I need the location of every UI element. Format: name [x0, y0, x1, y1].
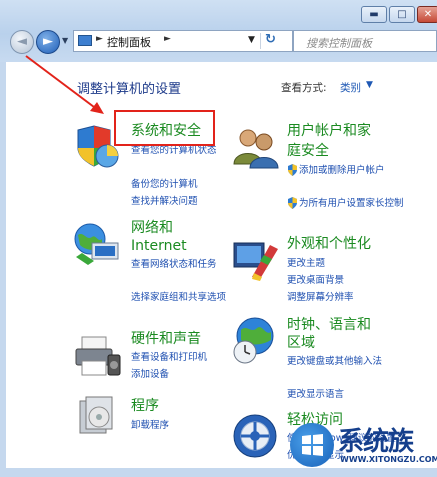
- watermark-logo: [290, 423, 334, 467]
- watermark-url: WWW.XITONGZU.COM: [340, 455, 437, 464]
- watermark-text: 系统族: [338, 427, 414, 457]
- annotation-highlight-box: [114, 110, 215, 146]
- annotation-arrow: [25, 55, 104, 114]
- windows-logo-icon: [302, 434, 323, 456]
